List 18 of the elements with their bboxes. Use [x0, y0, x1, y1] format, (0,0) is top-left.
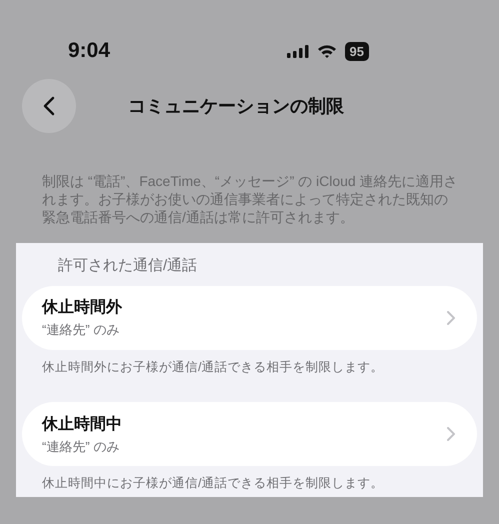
chevron-icon — [447, 427, 455, 442]
back-icon — [43, 96, 55, 116]
wifi-icon — [316, 44, 337, 58]
row-footer-text: 休止時間中にお子様が通信/通話できる相手を制限します。 — [41, 475, 384, 492]
section-header: 許可された通信/通話 — [57, 256, 198, 276]
page-title: コミュニケーションの制限 — [128, 94, 344, 118]
row-title: 休止時間中 — [42, 414, 122, 434]
list-row[interactable]: 休止時間中 “連絡先” のみ — [22, 402, 477, 466]
row-subtitle: “連絡先” のみ — [42, 438, 120, 456]
status-time: 9:04 — [68, 38, 110, 64]
battery-level: 95 — [344, 42, 369, 60]
row-footer-text: 休止時間外にお子様が通信/通話できる相手を制限します。 — [41, 358, 384, 376]
list-row[interactable]: 休止時間外 “連絡先” のみ — [22, 286, 477, 350]
row-title: 休止時間外 — [42, 298, 122, 318]
chevron-icon — [447, 310, 455, 324]
row-subtitle: “連絡先” のみ — [42, 320, 120, 339]
description-text: 制限は “電話”、FaceTime、“メッセージ” の iCloud 連絡先に適用されます。お子様がお使いの通信事業者によって特定された既知の緊急電話番号への通信/通話は常に許可されます。 — [41, 172, 459, 228]
signal-icon — [286, 44, 309, 58]
